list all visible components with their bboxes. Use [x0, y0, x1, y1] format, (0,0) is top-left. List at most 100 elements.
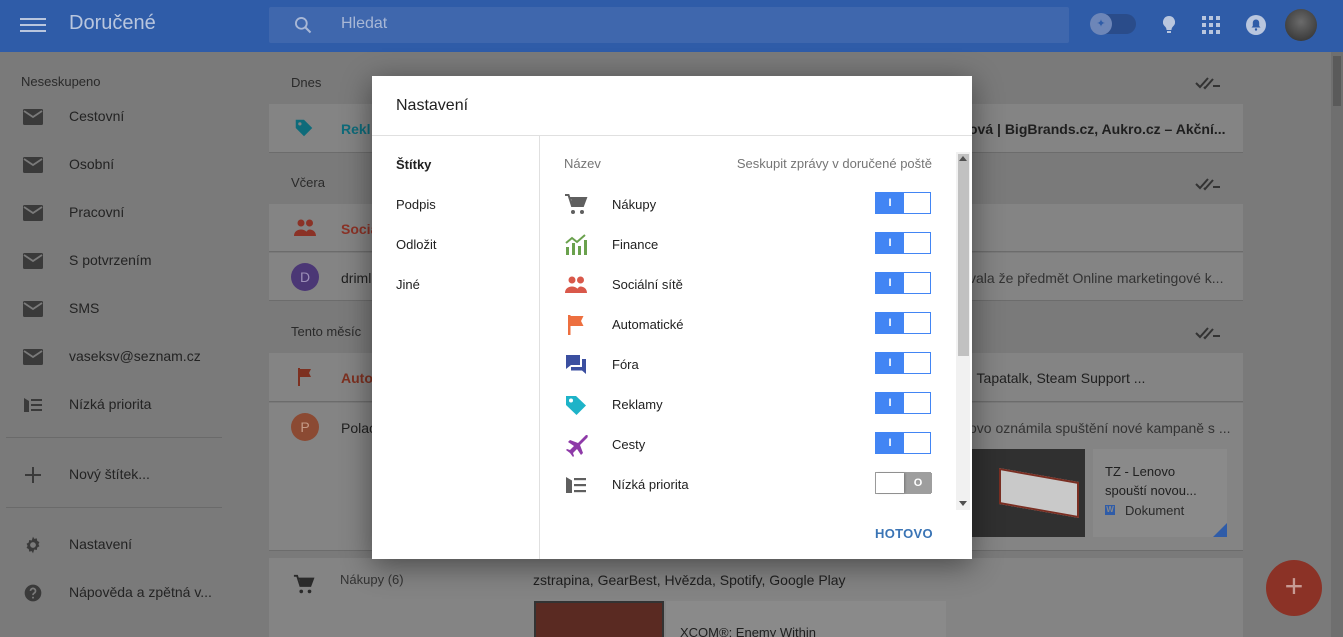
compose-button[interactable] — [1266, 560, 1322, 616]
mark-done-icon[interactable] — [1195, 324, 1221, 342]
column-header-name: Název — [564, 156, 601, 171]
sidebar-section-title: Neseskupeno — [21, 74, 101, 89]
scroll-down-arrow[interactable] — [959, 501, 967, 506]
tag-icon — [295, 119, 313, 137]
message-snippet: vala že předmět Online marketingové k... — [969, 270, 1224, 286]
sidebar-item-sms[interactable]: SMS — [0, 289, 240, 329]
plus-icon — [25, 467, 41, 483]
nav-item-other[interactable]: Jiné — [396, 277, 420, 292]
people-icon — [565, 276, 587, 293]
message-snippet: ovo oznámila spuštění nové kampaně s ... — [969, 420, 1231, 436]
search-input[interactable]: Hledat — [341, 15, 387, 33]
app-title: Doručené — [69, 12, 156, 34]
search-bar[interactable]: Hledat — [269, 7, 1069, 43]
label-row-social: Sociální sítě I — [540, 264, 940, 304]
pin-toggle[interactable]: ✦ — [1090, 13, 1136, 35]
reminder-icon[interactable] — [1157, 13, 1181, 37]
sidebar-divider — [6, 437, 222, 438]
label-name: Automatické — [612, 317, 684, 332]
sidebar-item-cestovni[interactable]: Cestovní — [0, 97, 240, 137]
settings-nav: Štítky Podpis Odložit Jiné — [372, 136, 540, 559]
group-toggle-forums[interactable]: I — [875, 352, 931, 374]
group-toggle-nakupy[interactable]: I — [875, 192, 931, 214]
sidebar-item-label: Nízká priorita — [69, 396, 152, 412]
low-priority-icon — [24, 398, 42, 412]
group-toggle-trips[interactable]: I — [875, 432, 931, 454]
bundle-label: Nákupy (6) — [340, 572, 404, 587]
search-icon — [295, 17, 312, 34]
sidebar-item-label: Nový štítek... — [69, 466, 150, 482]
account-avatar[interactable] — [1285, 9, 1317, 41]
group-toggle-automatic[interactable]: I — [875, 312, 931, 334]
column-header-group: Seskupit zprávy v doručené poště — [736, 156, 932, 171]
sidebar-item-pracovni[interactable]: Pracovní — [0, 193, 240, 233]
flag-icon — [568, 315, 584, 335]
scroll-up-arrow[interactable] — [959, 156, 967, 161]
mark-done-icon[interactable] — [1195, 175, 1221, 193]
sidebar-item-vaseksv[interactable]: vaseksv@seznam.cz — [0, 337, 240, 377]
sidebar-item-osobni[interactable]: Osobní — [0, 145, 240, 185]
help-icon — [24, 584, 42, 602]
label-name: Sociální sítě — [612, 277, 683, 292]
sidebar-new-label[interactable]: Nový štítek... — [0, 455, 240, 495]
menu-icon[interactable] — [20, 14, 46, 38]
notifications-icon[interactable] — [1244, 13, 1268, 37]
nav-item-labels[interactable]: Štítky — [396, 157, 431, 172]
scrollbar-thumb[interactable] — [958, 154, 969, 356]
sidebar-item-label: S potvrzením — [69, 252, 152, 268]
settings-dialog: Nastavení Štítky Podpis Odložit Jiné Náz… — [372, 76, 972, 559]
document-type: Dokument — [1125, 503, 1185, 518]
label-row-low-priority: Nízká priorita O — [540, 464, 940, 504]
group-toggle-promos[interactable]: I — [875, 392, 931, 414]
list-item[interactable]: Nákupy (6) zstrapina, GearBest, Hvězda, … — [269, 558, 1243, 637]
sidebar-help[interactable]: Nápověda a zpětná v... — [0, 573, 240, 613]
mail-icon — [23, 205, 43, 221]
preview-card[interactable]: XCOM®: Enemy Within — [666, 601, 946, 637]
dialog-scrollbar[interactable] — [956, 152, 970, 510]
label-name: Finance — [612, 237, 659, 252]
mark-done-icon[interactable] — [1195, 74, 1221, 92]
nav-item-signature[interactable]: Podpis — [396, 197, 436, 212]
airplane-icon — [566, 435, 588, 457]
group-toggle-social[interactable]: I — [875, 272, 931, 294]
sidebar-item-label: Nastavení — [69, 536, 133, 552]
nav-item-snooze[interactable]: Odložit — [396, 237, 436, 252]
label-row-automatic: Automatické I — [540, 304, 940, 344]
sidebar-item-nizka-priorita[interactable]: Nízká priorita — [0, 385, 240, 425]
label-row-promos: Reklamy I — [540, 384, 940, 424]
main-scrollbar[interactable] — [1331, 52, 1343, 637]
label-row-finance: Finance I — [540, 224, 940, 264]
done-button[interactable]: HOTOVO — [875, 526, 933, 541]
apps-grid-icon[interactable] — [1199, 13, 1223, 37]
flag-icon — [298, 368, 311, 386]
dialog-title: Nastavení — [396, 97, 469, 114]
day-label-yesterday: Včera — [291, 175, 325, 190]
attachment-thumbnail[interactable] — [969, 449, 1085, 537]
mail-icon — [23, 157, 43, 173]
document-title: TZ - Lenovo spouští novou... — [1105, 464, 1197, 498]
label-name: Nízká priorita — [612, 477, 689, 492]
sidebar-item-label: SMS — [69, 300, 100, 316]
mail-icon — [23, 109, 43, 125]
pin-icon: ✦ — [1090, 13, 1112, 35]
sender-avatar: D — [291, 263, 319, 291]
label-row-trips: Cesty I — [540, 424, 940, 464]
bundle-senders: , Tapatalk, Steam Support ... — [969, 370, 1146, 386]
sender-name: Polac — [341, 420, 377, 436]
bundle-label: Rekl — [341, 121, 371, 137]
sidebar-item-s-potvrzenim[interactable]: S potvrzením — [0, 241, 240, 281]
gear-icon — [26, 536, 40, 554]
low-priority-icon — [566, 477, 586, 493]
preview-thumbnail — [534, 601, 664, 637]
day-label-today: Dnes — [291, 75, 322, 90]
group-toggle-low-priority[interactable]: O — [875, 472, 932, 494]
shopping-cart-icon — [565, 194, 588, 214]
sidebar-settings[interactable]: Nastavení — [0, 525, 240, 565]
shopping-cart-icon — [293, 574, 315, 594]
people-icon — [294, 219, 316, 236]
sidebar: Neseskupeno Cestovní Osobní Pracovní S p… — [0, 52, 240, 637]
bundle-senders: zstrapina, GearBest, Hvězda, Spotify, Go… — [533, 572, 846, 588]
tag-icon — [566, 396, 586, 415]
group-toggle-finance[interactable]: I — [875, 232, 931, 254]
document-attachment[interactable]: TZ - Lenovo spouští novou... W Dokument — [1093, 449, 1227, 537]
